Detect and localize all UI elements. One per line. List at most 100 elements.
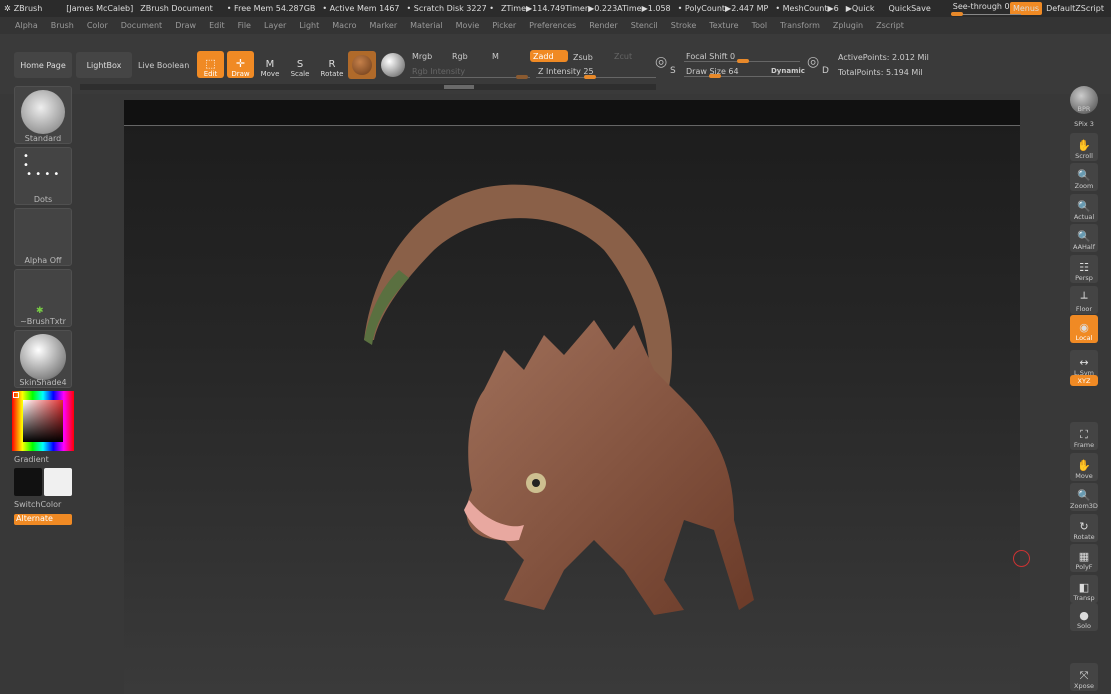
- floor-button[interactable]: ┴ Floor: [1070, 286, 1098, 314]
- spix3-button[interactable]: SPix 3: [1070, 117, 1098, 129]
- menu-color[interactable]: Color: [87, 21, 108, 30]
- rgb-intensity-knob[interactable]: [516, 75, 528, 79]
- rotate-button[interactable]: R Rotate: [318, 51, 346, 78]
- quicksave-button[interactable]: QuickSave: [888, 4, 930, 13]
- primary-color-swatch[interactable]: [14, 468, 42, 496]
- rgb-button[interactable]: Rgb: [452, 52, 468, 61]
- toolbar-scrollbar[interactable]: [80, 84, 656, 90]
- lizard-model[interactable]: [124, 100, 1020, 694]
- edit-label: Edit: [203, 70, 218, 78]
- menu-tool[interactable]: Tool: [752, 21, 768, 30]
- secondary-color-swatch[interactable]: [44, 468, 72, 496]
- scroll-thumb[interactable]: [444, 85, 474, 89]
- color-picker[interactable]: [12, 391, 74, 451]
- draw-size-slider[interactable]: [684, 76, 800, 77]
- menu-render[interactable]: Render: [589, 21, 617, 30]
- z-intensity-slider[interactable]: [536, 77, 656, 78]
- focal-d-icon[interactable]: ◎: [807, 54, 819, 70]
- lsym-icon: ↔: [1079, 356, 1089, 369]
- timer: Timer▶0.223: [565, 4, 618, 13]
- mrgb-button[interactable]: Mrgb: [412, 52, 432, 61]
- menu-stencil[interactable]: Stencil: [631, 21, 658, 30]
- frame-button[interactable]: ⛶ Frame: [1070, 422, 1098, 450]
- zsub-button[interactable]: Zsub: [573, 53, 593, 62]
- material-button[interactable]: [348, 51, 376, 79]
- transp-icon: ◧: [1078, 581, 1090, 594]
- z-intensity-knob[interactable]: [584, 75, 596, 79]
- menu-stroke[interactable]: Stroke: [671, 21, 697, 30]
- floor-icon: ┴: [1080, 292, 1088, 305]
- m-button[interactable]: M: [492, 52, 499, 61]
- live-boolean-button[interactable]: Live Boolean: [138, 61, 189, 70]
- polyf-label: PolyF: [1075, 563, 1093, 571]
- zadd-button[interactable]: Zadd: [530, 50, 568, 62]
- menu-brush[interactable]: Brush: [51, 21, 74, 30]
- menu-document[interactable]: Document: [121, 21, 162, 30]
- rgb-intensity-slider[interactable]: [410, 77, 530, 78]
- menu-picker[interactable]: Picker: [492, 21, 516, 30]
- rotate-button[interactable]: ↻ Rotate: [1070, 514, 1098, 542]
- move-icon: ✋: [1077, 459, 1091, 472]
- menu-alpha[interactable]: Alpha: [15, 21, 38, 30]
- dynamic-button[interactable]: Dynamic: [771, 67, 805, 75]
- menu-preferences[interactable]: Preferences: [529, 21, 576, 30]
- quick-button[interactable]: ▶Quick: [846, 4, 875, 13]
- lightbox-button[interactable]: LightBox: [76, 52, 132, 78]
- menu-material[interactable]: Material: [410, 21, 443, 30]
- local-button[interactable]: ◉ Local: [1070, 315, 1098, 343]
- ztime: ZTime▶114.749: [500, 4, 566, 13]
- focal-shift-knob[interactable]: [737, 59, 749, 63]
- home-page-button[interactable]: Home Page: [14, 52, 72, 78]
- gradient-label[interactable]: Gradient: [14, 455, 72, 464]
- focal-s-icon[interactable]: ◎: [655, 54, 667, 70]
- switch-color-button[interactable]: SwitchColor: [14, 500, 72, 509]
- rgb-intensity-label: Rgb Intensity: [412, 67, 466, 76]
- zoom-button[interactable]: 🔍 Zoom: [1070, 163, 1098, 191]
- menu-marker[interactable]: Marker: [369, 21, 397, 30]
- see-through-slider[interactable]: See-through 0: [950, 2, 1021, 16]
- draw-button[interactable]: ✛ Draw: [227, 51, 254, 78]
- default-zscript[interactable]: DefaultZScript: [1046, 4, 1104, 13]
- persp-button[interactable]: ☷ Persp: [1070, 255, 1098, 283]
- scroll-button[interactable]: ✋ Scroll: [1070, 133, 1098, 161]
- lsym-button[interactable]: ↔ L.Sym: [1070, 350, 1098, 378]
- draw-icon: ✛: [235, 57, 246, 70]
- menu-texture[interactable]: Texture: [709, 21, 738, 30]
- color-square[interactable]: [23, 400, 63, 442]
- move-button[interactable]: M Move: [258, 51, 282, 78]
- brush-sphere-button[interactable]: [379, 51, 407, 79]
- menu-edit[interactable]: Edit: [209, 21, 225, 30]
- alpha-label: Alpha Off: [24, 256, 62, 265]
- zoom3d-button[interactable]: 🔍 Zoom3D: [1070, 483, 1098, 511]
- edit-button[interactable]: ⬚ Edit: [197, 51, 224, 78]
- dots-label: Dots: [33, 195, 53, 204]
- actual-button[interactable]: 🔍 Actual: [1070, 194, 1098, 222]
- draw-size-knob[interactable]: [709, 74, 721, 78]
- menu-layer[interactable]: Layer: [264, 21, 286, 30]
- menu-draw[interactable]: Draw: [175, 21, 196, 30]
- see-through-knob[interactable]: [950, 11, 963, 16]
- menu-transform[interactable]: Transform: [780, 21, 820, 30]
- menu-macro[interactable]: Macro: [332, 21, 356, 30]
- alternate-button[interactable]: Alternate: [14, 514, 72, 525]
- transp-button[interactable]: ◧ Transp: [1070, 575, 1098, 603]
- xpose-button[interactable]: ⤧ Xpose: [1070, 663, 1098, 691]
- xyz-button[interactable]: XYZ: [1070, 375, 1098, 386]
- menu-zplugin[interactable]: Zplugin: [833, 21, 863, 30]
- zcut-button[interactable]: Zcut: [614, 52, 632, 61]
- bpr-button[interactable]: BPR: [1070, 86, 1098, 114]
- solo-icon: ●: [1079, 609, 1089, 622]
- move-button[interactable]: ✋ Move: [1070, 453, 1098, 481]
- menu-light[interactable]: Light: [299, 21, 319, 30]
- aahalf-button[interactable]: 🔍 AAHalf: [1070, 224, 1098, 252]
- frame-icon: ⛶: [1080, 428, 1088, 441]
- menu-file[interactable]: File: [238, 21, 251, 30]
- solo-button[interactable]: ● Solo: [1070, 603, 1098, 631]
- scale-button[interactable]: S Scale: [288, 51, 312, 78]
- menu-movie[interactable]: Movie: [456, 21, 480, 30]
- polyf-button[interactable]: ▦ PolyF: [1070, 544, 1098, 572]
- zoom-icon: 🔍: [1077, 169, 1091, 182]
- menu-zscript[interactable]: Zscript: [876, 21, 904, 30]
- aahalf-icon: 🔍: [1077, 230, 1091, 243]
- polyf-icon: ▦: [1078, 550, 1090, 563]
